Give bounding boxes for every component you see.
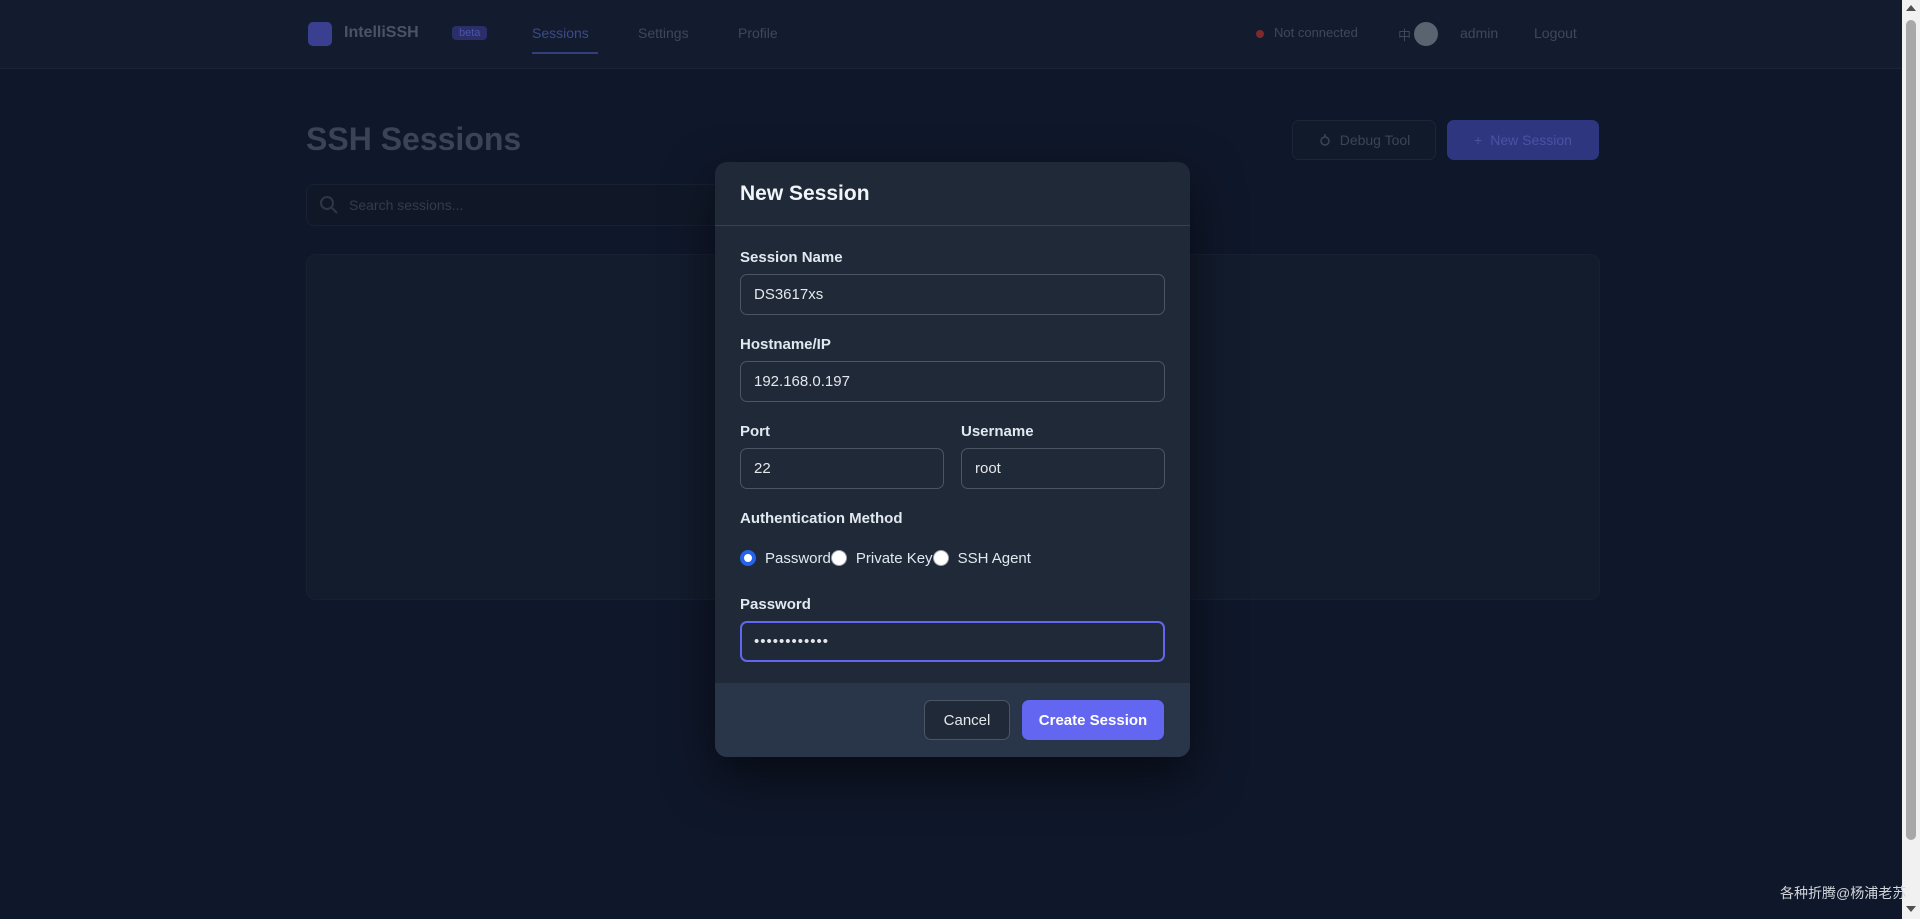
scrollbar-thumb[interactable] [1906,20,1916,840]
active-nav-indicator [532,52,598,54]
search-icon [319,195,339,215]
port-input[interactable] [740,448,944,489]
new-session-modal: New Session Session Name Hostname/IP Por… [715,162,1190,757]
hostname-label: Hostname/IP [740,336,831,353]
auth-option-ssh-agent-label: SSH Agent [957,549,1031,567]
nav-profile[interactable]: Profile [738,25,778,41]
cancel-button[interactable]: Cancel [924,700,1010,740]
watermark-text: 各种折腾@杨浦老苏 [1780,885,1907,901]
nav-settings[interactable]: Settings [638,25,689,41]
scroll-down-arrow-icon[interactable] [1906,906,1916,912]
connection-status-dot [1256,30,1264,38]
theme-toggle-icon[interactable] [1414,22,1438,46]
user-name: admin [1460,25,1499,41]
auth-option-private-key-label: Private Key [855,549,933,567]
radio-checked-icon[interactable] [740,550,756,566]
session-name-label: Session Name [740,249,843,266]
top-navbar: IntelliSSH beta Sessions Settings Profil… [0,0,1902,69]
connection-status-text: Not connected [1274,25,1358,40]
new-session-label: New Session [1490,132,1572,148]
create-session-button[interactable]: Create Session [1022,700,1164,740]
bug-icon [1319,134,1330,146]
username-label: Username [961,423,1034,440]
port-label: Port [740,423,770,440]
debug-tool-button[interactable]: Debug Tool [1292,120,1436,160]
auth-option-password-label: Password [765,549,831,567]
username-input[interactable] [961,448,1165,489]
brand-logo-icon [308,22,332,46]
modal-title: New Session [740,182,870,205]
radio-unchecked-icon[interactable] [830,550,847,566]
radio-unchecked-icon[interactable] [932,550,949,566]
auth-method-radio-group: Password Private Key SSH Agent [740,547,1031,569]
plus-icon: + [1474,132,1483,148]
auth-option-private-key[interactable]: Private Key [830,549,933,567]
beta-badge: beta [452,26,488,40]
auth-option-ssh-agent[interactable]: SSH Agent [932,549,1031,567]
search-sessions-input[interactable]: Search sessions... [306,184,726,226]
nav-sessions[interactable]: Sessions [532,25,589,41]
new-session-button[interactable]: + New Session [1447,120,1599,160]
auth-method-label: Authentication Method [740,510,903,527]
modal-header: New Session [715,162,1190,226]
page-title: SSH Sessions [306,121,522,157]
auth-option-password[interactable]: Password [740,550,831,567]
logout-link[interactable]: Logout [1534,25,1577,41]
hostname-input[interactable] [740,361,1165,402]
password-input[interactable] [740,621,1165,662]
language-switch[interactable]: 中 [1398,25,1411,44]
search-placeholder: Search sessions... [349,197,464,213]
scroll-up-arrow-icon[interactable] [1906,5,1916,11]
password-label: Password [740,596,811,613]
debug-tool-label: Debug Tool [1339,132,1411,148]
session-name-input[interactable] [740,274,1165,315]
brand-name: IntelliSSH [344,24,419,41]
